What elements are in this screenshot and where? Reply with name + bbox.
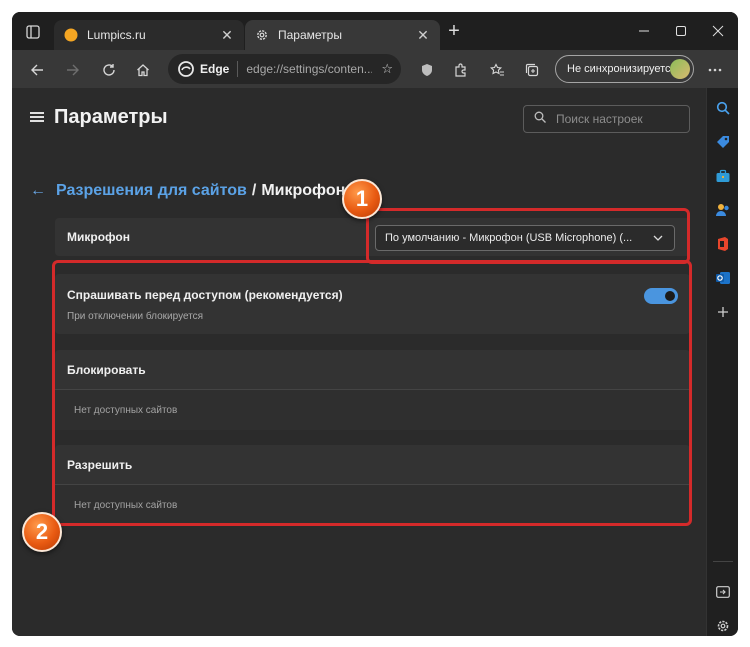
tab-close-icon[interactable]: ✕ (220, 27, 234, 44)
tab-strip: Lumpics.ru ✕ Параметры ✕ + (12, 12, 738, 50)
highlight-box-2 (52, 260, 692, 526)
breadcrumb-parent-link[interactable]: Разрешения для сайтов (56, 182, 247, 200)
minimize-icon[interactable] (634, 21, 654, 41)
settings-page: Параметры ← Разрешения для сайтов / Микр… (12, 88, 706, 636)
favorites-icon[interactable] (486, 59, 508, 81)
extensions-icon[interactable] (449, 59, 471, 81)
tab-settings[interactable]: Параметры ✕ (245, 20, 440, 50)
breadcrumb-current: Микрофон (261, 182, 346, 199)
url-text[interactable]: edge://settings/conten... (246, 62, 372, 76)
annotation-badge-2: 2 (22, 512, 62, 552)
tag-icon[interactable] (715, 134, 731, 150)
panel-icon[interactable] (715, 584, 731, 600)
briefcase-icon[interactable] (715, 168, 731, 184)
tab-title: Параметры (278, 28, 342, 42)
breadcrumb: ← Разрешения для сайтов / Микрофон (30, 182, 345, 200)
search-icon (534, 110, 546, 128)
edge-logo-icon (178, 61, 194, 77)
browser-brand: Edge (200, 62, 230, 76)
address-divider (237, 61, 239, 77)
address-bar[interactable]: Edge edge://settings/conten... ☆ (168, 54, 401, 84)
browser-window: Lumpics.ru ✕ Параметры ✕ + Edge edge://s… (12, 12, 738, 636)
close-window-icon[interactable] (708, 21, 728, 41)
menu-icon[interactable] (30, 112, 44, 122)
gear-icon (255, 28, 269, 42)
edge-sidebar (706, 88, 738, 636)
tab-actions-icon[interactable] (22, 22, 44, 42)
tab-title: Lumpics.ru (87, 28, 146, 42)
highlight-box-1 (366, 208, 690, 264)
microphone-label: Микрофон (67, 230, 130, 244)
more-menu-icon[interactable] (704, 59, 726, 81)
outlook-icon[interactable] (715, 270, 731, 286)
favorite-add-icon[interactable]: ☆ (381, 61, 393, 77)
settings-icon[interactable] (715, 618, 731, 634)
refresh-icon[interactable] (98, 59, 120, 81)
collections-icon[interactable] (521, 59, 543, 81)
tab-close-icon[interactable]: ✕ (416, 27, 430, 44)
shield-icon[interactable] (416, 59, 438, 81)
forward-icon[interactable] (62, 59, 84, 81)
page-title: Параметры (54, 106, 168, 128)
settings-search[interactable] (523, 105, 690, 133)
new-tab-icon[interactable]: + (444, 21, 464, 42)
tab-lumpics[interactable]: Lumpics.ru ✕ (54, 20, 244, 50)
annotation-badge-1: 1 (342, 179, 382, 219)
maximize-icon[interactable] (671, 21, 691, 41)
back-arrow-icon[interactable]: ← (30, 182, 46, 200)
people-icon[interactable] (715, 202, 731, 218)
breadcrumb-separator: / (251, 182, 257, 199)
search-input[interactable] (556, 112, 676, 126)
avatar (670, 59, 690, 79)
lumpics-favicon-icon (64, 28, 78, 42)
office-icon[interactable] (715, 236, 731, 252)
search-icon[interactable] (715, 100, 731, 116)
sync-status-label: Не синхронизируется (567, 63, 677, 75)
sidebar-divider (713, 561, 733, 562)
back-icon[interactable] (26, 59, 48, 81)
home-icon[interactable] (132, 59, 154, 81)
sync-profile-button[interactable]: Не синхронизируется (555, 55, 694, 83)
add-icon[interactable] (715, 304, 731, 320)
toolbar: Edge edge://settings/conten... ☆ Не синх… (12, 50, 738, 88)
